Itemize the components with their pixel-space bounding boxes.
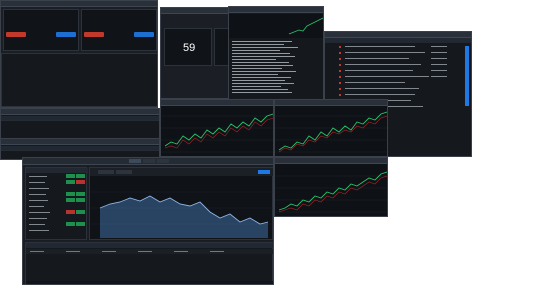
window-titlebar[interactable] bbox=[1, 139, 159, 145]
tab-markets[interactable] bbox=[143, 159, 155, 163]
candlestick-chart-3[interactable] bbox=[275, 164, 388, 217]
mini-chart bbox=[229, 14, 323, 38]
tab-news[interactable] bbox=[157, 159, 169, 163]
candlestick-chart-2[interactable] bbox=[275, 106, 388, 157]
positions-header-row bbox=[1, 116, 159, 121]
order-ticket-window bbox=[0, 0, 158, 108]
buy-button[interactable] bbox=[56, 32, 76, 37]
buy-button-2[interactable] bbox=[134, 32, 154, 37]
portfolio-header-row bbox=[1, 146, 159, 151]
window-titlebar[interactable] bbox=[229, 7, 323, 13]
price-chart-window-3 bbox=[274, 157, 388, 217]
window-titlebar[interactable] bbox=[275, 158, 387, 164]
candlestick-chart-1[interactable] bbox=[161, 106, 274, 157]
news-window bbox=[228, 6, 324, 100]
area-chart[interactable] bbox=[90, 168, 274, 241]
window-titlebar[interactable] bbox=[161, 100, 273, 106]
news-list[interactable] bbox=[229, 38, 324, 100]
main-platform-window bbox=[22, 157, 274, 285]
window-titlebar[interactable] bbox=[1, 109, 159, 115]
window-titlebar[interactable] bbox=[1, 1, 157, 7]
quote-tile-left-graphic: 59 bbox=[183, 42, 195, 54]
svg-text:59: 59 bbox=[183, 42, 195, 54]
orders-panel bbox=[1, 53, 157, 107]
watchlist-panel bbox=[25, 167, 88, 241]
tab-trade[interactable] bbox=[129, 159, 141, 163]
orders-table-panel bbox=[25, 242, 273, 284]
price-chart-window-2 bbox=[274, 99, 388, 157]
sell-button-2[interactable] bbox=[84, 32, 104, 37]
window-titlebar[interactable] bbox=[325, 32, 471, 38]
ticket-panel-right bbox=[81, 9, 157, 51]
ticket-panel bbox=[3, 9, 79, 51]
watchlist-table[interactable] bbox=[26, 168, 88, 241]
window-titlebar[interactable] bbox=[275, 100, 387, 106]
composite-screenshot: 59 60 bbox=[0, 0, 551, 300]
price-chart-window-1 bbox=[160, 99, 274, 157]
orders-table[interactable] bbox=[26, 243, 274, 285]
quote-tile-left[interactable]: 59 bbox=[164, 28, 212, 66]
window-titlebar[interactable] bbox=[23, 158, 273, 165]
sell-button[interactable] bbox=[6, 32, 26, 37]
main-chart-panel bbox=[89, 167, 273, 240]
